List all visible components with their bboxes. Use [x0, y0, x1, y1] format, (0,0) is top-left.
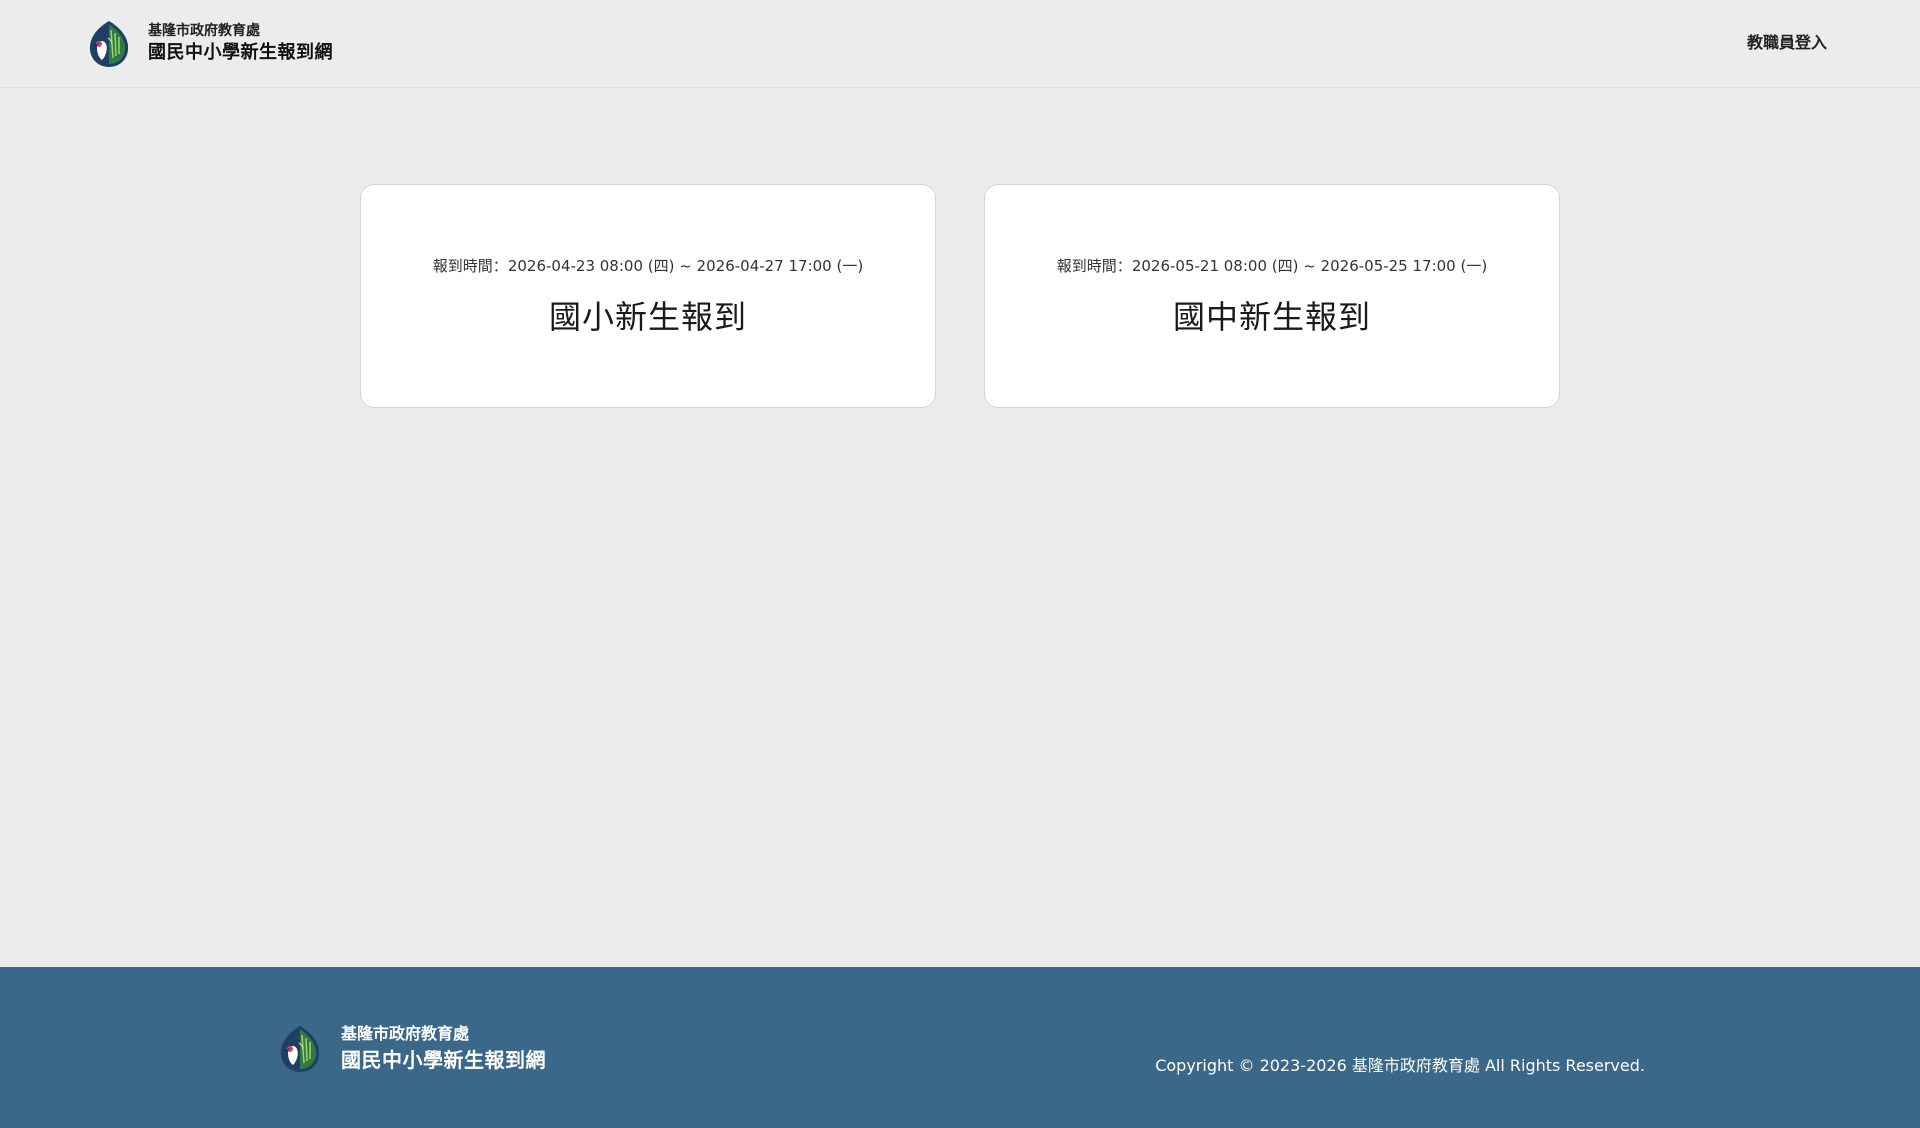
site-header: 基隆市政府教育處 國民中小學新生報到網 教職員登入 [0, 0, 1920, 88]
brand-subtitle: 基隆市政府教育處 [148, 23, 260, 39]
registration-period: 報到時間：2026-05-21 08:00 (四) ~ 2026-05-25 1… [985, 255, 1559, 277]
registration-period-label: 報到時間： [432, 257, 508, 275]
footer-brand-title: 國民中小學新生報到網 [341, 1048, 546, 1072]
registration-period: 報到時間：2026-04-23 08:00 (四) ~ 2026-04-27 1… [361, 255, 935, 277]
header-brand-link[interactable]: 基隆市政府教育處 國民中小學新生報到網 [88, 20, 333, 68]
registration-period-value: 2026-04-23 08:00 (四) ~ 2026-04-27 17:00 … [507, 257, 864, 275]
registration-cards: 報到時間：2026-04-23 08:00 (四) ~ 2026-04-27 1… [360, 184, 1560, 408]
card-title: 國小新生報到 [548, 298, 747, 336]
emblem-icon [279, 1025, 321, 1073]
footer-brand-subtitle: 基隆市政府教育處 [341, 1024, 470, 1043]
registration-period-label: 報到時間： [1056, 257, 1132, 275]
junior-high-registration-card[interactable]: 報到時間：2026-05-21 08:00 (四) ~ 2026-05-25 1… [984, 184, 1560, 408]
footer-brand-link[interactable]: 基隆市政府教育處 國民中小學新生報到網 [279, 1023, 546, 1075]
emblem-icon [88, 20, 130, 68]
site-footer: 基隆市政府教育處 國民中小學新生報到網 Copyright © 2023-202… [0, 967, 1920, 1128]
card-title: 國中新生報到 [1172, 298, 1371, 336]
copyright-text: Copyright © 2023-2026 基隆市政府教育處 All Right… [1155, 1056, 1645, 1075]
registration-period-value: 2026-05-21 08:00 (四) ~ 2026-05-25 17:00 … [1131, 257, 1488, 275]
staff-login-link[interactable]: 教職員登入 [1747, 32, 1827, 54]
elementary-registration-card[interactable]: 報到時間：2026-04-23 08:00 (四) ~ 2026-04-27 1… [360, 184, 936, 408]
brand-title: 國民中小學新生報到網 [148, 42, 333, 63]
page: 基隆市政府教育處 國民中小學新生報到網 教職員登入 報到時間：2026-04-2… [0, 0, 1920, 1128]
